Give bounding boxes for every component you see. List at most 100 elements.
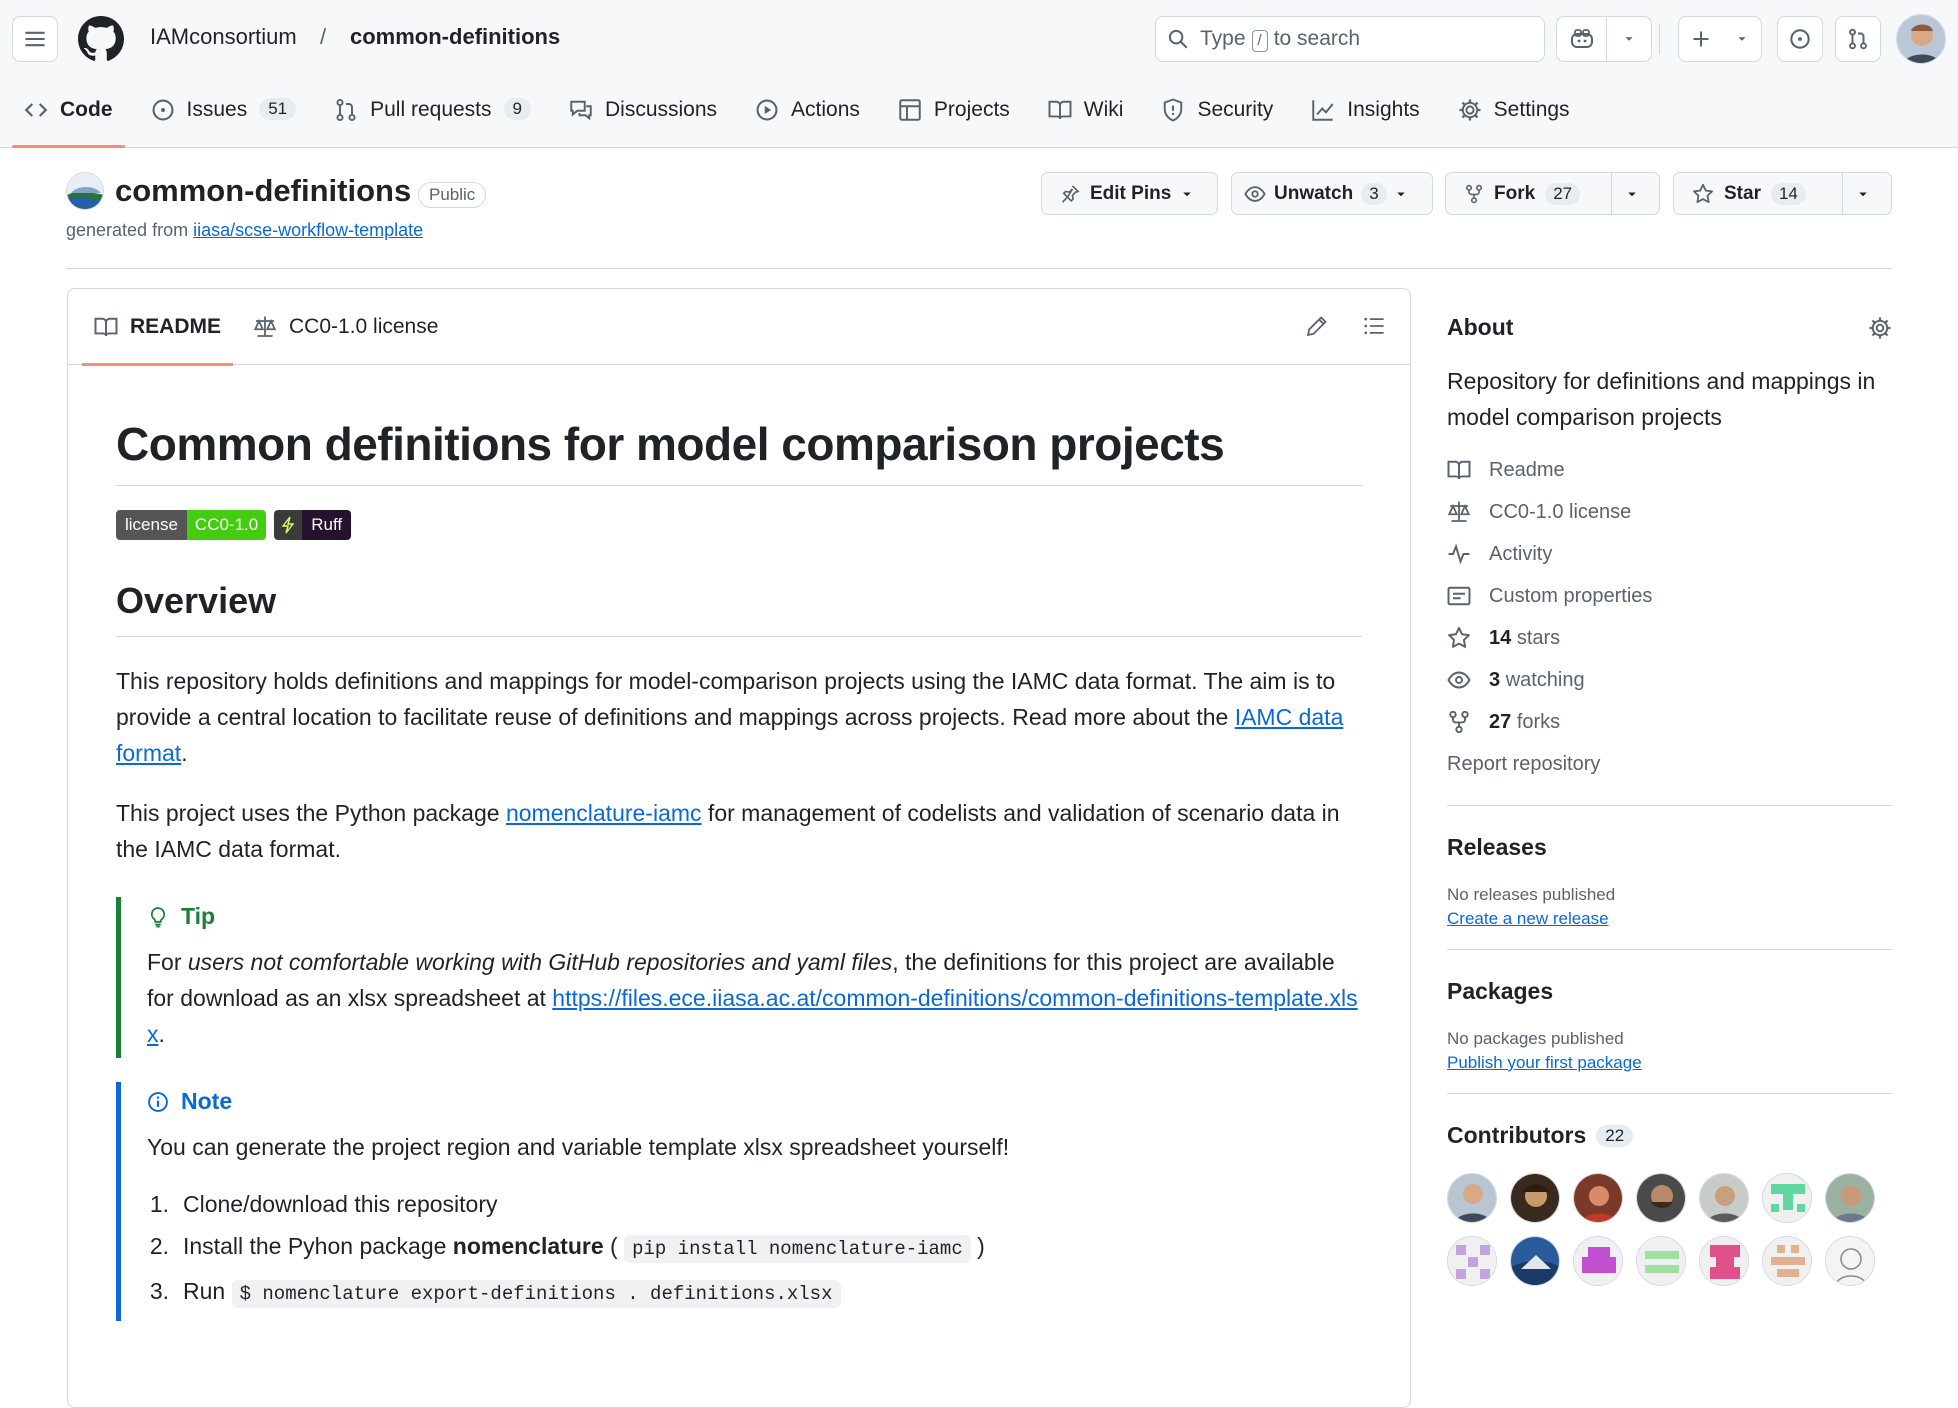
global-header: IAMconsortium / common-definitions Type /… — [0, 0, 1958, 148]
license-link[interactable]: CC0-1.0 license — [1447, 491, 1892, 533]
avatar[interactable] — [1825, 1173, 1875, 1223]
avatar[interactable] — [1762, 1173, 1812, 1223]
avatar[interactable] — [1825, 1236, 1875, 1286]
github-logo-icon[interactable] — [78, 16, 124, 62]
star-button[interactable]: Star 14 — [1673, 172, 1892, 215]
contributors-title: Contributors — [1447, 1122, 1587, 1148]
avatar[interactable] — [1573, 1173, 1623, 1223]
tab-discussions-label: Discussions — [605, 98, 718, 121]
star-icon — [1693, 183, 1713, 203]
search-input[interactable]: Type / to search — [1155, 16, 1545, 62]
step-number: 1. — [149, 1191, 169, 1217]
readme-link-label: Readme — [1489, 458, 1565, 481]
caret-down-icon — [1396, 192, 1405, 196]
tab-security-label: Security — [1197, 98, 1274, 121]
tab-readme[interactable]: README — [82, 289, 234, 366]
step-paren-close: ) — [970, 1233, 985, 1259]
unwatch-button[interactable]: Unwatch 3 — [1231, 172, 1433, 215]
fork-icon — [1449, 710, 1469, 734]
packages-header[interactable]: Packages — [1447, 978, 1892, 1005]
issues-button[interactable] — [1777, 16, 1823, 62]
avatar[interactable] — [1762, 1236, 1812, 1286]
repo-title[interactable]: common-definitions — [115, 173, 411, 209]
tab-wiki[interactable]: Wiki — [1036, 92, 1136, 148]
tab-security[interactable]: Security — [1149, 92, 1285, 148]
owner-link[interactable]: IAMconsortium — [150, 24, 297, 50]
avatar[interactable] — [1447, 1236, 1497, 1286]
tab-settings[interactable]: Settings — [1446, 92, 1582, 148]
watching-link[interactable]: 3 watching — [1447, 659, 1892, 701]
publish-package-link[interactable]: Publish your first package — [1447, 1053, 1642, 1073]
stars-link[interactable]: 14 stars — [1447, 617, 1892, 659]
chevron-down-icon — [1625, 37, 1633, 41]
fork-dropdown[interactable] — [1611, 173, 1652, 214]
edit-pins-button[interactable]: Edit Pins — [1041, 172, 1218, 215]
avatar[interactable] — [1636, 1236, 1686, 1286]
tab-discussions[interactable]: Discussions — [557, 92, 729, 148]
report-repository-link[interactable]: Report repository — [1447, 743, 1892, 785]
outline-list-icon[interactable] — [1362, 315, 1386, 337]
eye-icon — [1244, 185, 1266, 202]
tab-pull-requests[interactable]: Pull requests 9 — [322, 92, 543, 148]
pencil-icon[interactable] — [1306, 315, 1328, 337]
repo-avatar[interactable] — [66, 172, 104, 210]
avatar[interactable] — [1510, 1173, 1560, 1223]
pull-requests-button[interactable] — [1835, 16, 1881, 62]
repo-link[interactable]: common-definitions — [350, 24, 560, 50]
law-icon — [1447, 501, 1471, 522]
step-paren: ( — [603, 1233, 625, 1259]
tab-actions[interactable]: Actions — [743, 92, 872, 148]
tab-license-label: CC0-1.0 license — [289, 315, 439, 338]
badges: license CC0-1.0 Ruff — [116, 510, 1362, 540]
avatar[interactable] — [1447, 1173, 1497, 1223]
report-label: Report repository — [1447, 752, 1601, 775]
hamburger-icon — [25, 31, 45, 47]
activity-link-label: Activity — [1489, 542, 1553, 565]
license-badge[interactable]: license CC0-1.0 — [116, 510, 267, 540]
menu-button[interactable] — [12, 16, 58, 62]
tab-insights[interactable]: Insights — [1299, 92, 1431, 148]
tab-projects[interactable]: Projects — [886, 92, 1022, 148]
tab-code[interactable]: Code — [12, 92, 125, 148]
shield-icon — [1164, 98, 1183, 122]
ruff-badge[interactable]: Ruff — [274, 510, 352, 540]
step-text: Clone/download this repository — [183, 1191, 498, 1217]
overview-paragraph-1: This repository holds definitions and ma… — [116, 663, 1362, 771]
user-avatar[interactable] — [1896, 14, 1946, 64]
star-dropdown[interactable] — [1842, 173, 1883, 214]
law-icon — [253, 316, 277, 337]
gear-icon[interactable] — [1868, 316, 1892, 340]
create-new-button[interactable] — [1678, 16, 1762, 62]
overview-paragraph-2: This project uses the Python package nom… — [116, 795, 1362, 867]
avatar[interactable] — [1573, 1236, 1623, 1286]
about-header: About — [1447, 314, 1892, 341]
light-bulb-icon — [150, 906, 166, 928]
fork-button[interactable]: Fork 27 — [1445, 172, 1660, 215]
list-item: 3. Run $ nomenclature export-definitions … — [147, 1270, 1362, 1315]
star-label: Star — [1724, 182, 1761, 204]
book-icon — [94, 317, 118, 337]
avatar[interactable] — [1699, 1236, 1749, 1286]
releases-header[interactable]: Releases — [1447, 834, 1892, 861]
nomenclature-link[interactable]: nomenclature-iamc — [506, 800, 702, 826]
step-text: Run — [183, 1278, 232, 1304]
custom-properties-link[interactable]: Custom properties — [1447, 575, 1892, 617]
create-release-link[interactable]: Create a new release — [1447, 909, 1609, 929]
tab-insights-label: Insights — [1347, 98, 1420, 121]
contributors-header[interactable]: Contributors 22 — [1447, 1122, 1892, 1149]
avatar[interactable] — [1510, 1236, 1560, 1286]
export-command-code: $ nomenclature export-definitions . defi… — [231, 1280, 841, 1308]
copilot-button[interactable] — [1556, 16, 1652, 62]
tab-issues[interactable]: Issues 51 — [139, 92, 309, 148]
list-item: 1. Clone/download this repository — [147, 1183, 1362, 1225]
template-link[interactable]: iiasa/scse-workflow-template — [193, 220, 423, 240]
tab-license[interactable]: CC0-1.0 license — [241, 289, 450, 365]
stars-label: stars — [1516, 626, 1561, 649]
tip-title: Tip — [181, 903, 216, 929]
activity-link[interactable]: Activity — [1447, 533, 1892, 575]
avatar[interactable] — [1636, 1173, 1686, 1223]
step-number: 2. — [149, 1233, 169, 1259]
readme-link[interactable]: Readme — [1447, 449, 1892, 491]
forks-link[interactable]: 27 forks — [1447, 701, 1892, 743]
avatar[interactable] — [1699, 1173, 1749, 1223]
